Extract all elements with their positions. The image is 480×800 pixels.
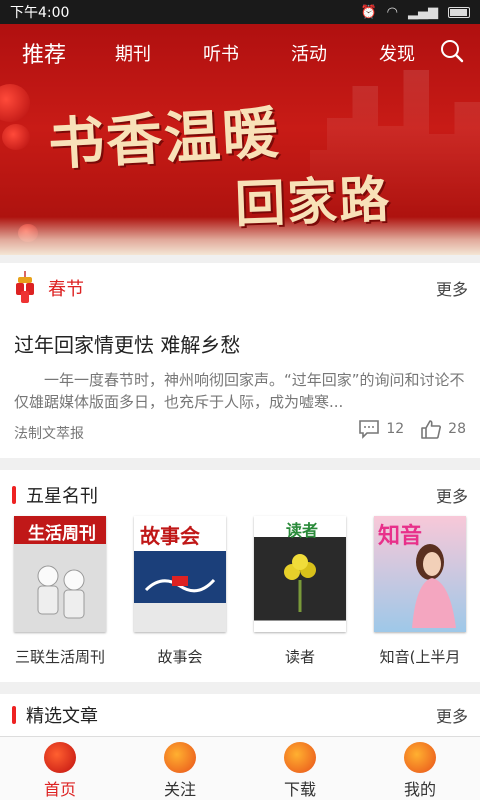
tab-label: 首页 <box>43 780 76 799</box>
magazines-section-title: 五星名刊 <box>26 486 98 507</box>
comment-icon[interactable] <box>358 419 380 439</box>
cover-title: 故事会 <box>140 524 200 548</box>
profile-icon <box>404 742 436 773</box>
magazine-cover[interactable]: 生活周刊 <box>14 516 106 632</box>
section-accent-bar <box>12 706 16 724</box>
banner-title-line2: 回家路 <box>234 169 393 234</box>
hero-banner[interactable]: 推荐 期刊 听书 活动 发现 书香温暖 回家路 <box>0 24 480 255</box>
magazine-item[interactable]: 故事会 故事会 <box>120 516 240 667</box>
thumbs-up-icon[interactable] <box>420 419 442 439</box>
download-icon <box>284 742 316 773</box>
tab-label: 关注 <box>163 780 196 799</box>
magazine-cover[interactable]: 知音 <box>374 516 466 632</box>
picks-section-header: 精选文章 更多 <box>0 694 480 736</box>
bottom-tab-bar: 首页 关注 下载 我的 <box>0 736 480 800</box>
nav-tab-activities[interactable]: 活动 <box>291 40 327 66</box>
battery-icon <box>448 6 470 18</box>
firecracker-icon <box>16 271 34 303</box>
magazine-name[interactable]: 故事会 <box>157 646 202 667</box>
nav-tab-periodicals[interactable]: 期刊 <box>115 40 151 66</box>
picks-section-title: 精选文章 <box>26 706 98 727</box>
magazine-item[interactable]: 读者 读者 <box>240 516 360 667</box>
magazines-card: 五星名刊 更多 生活周刊 三联生活周刊 故事会 故事会 读者 读者 知音 知音(… <box>0 470 480 682</box>
tab-home[interactable]: 首页 <box>0 737 120 800</box>
magazine-list: 生活周刊 三联生活周刊 故事会 故事会 读者 读者 知音 知音(上半月 <box>0 516 480 667</box>
nav-tab-discover[interactable]: 发现 <box>379 40 415 66</box>
home-icon <box>44 742 76 773</box>
magazines-section-header: 五星名刊 更多 <box>0 470 480 520</box>
article-title[interactable]: 过年回家情更怯 难解乡愁 <box>14 329 240 358</box>
alarm-icon: ⏰ <box>360 4 377 20</box>
status-bar: 下午4:00 ⏰ ◠ ▂▄▆ <box>0 0 480 24</box>
lantern-icon <box>2 124 30 150</box>
tab-label: 下载 <box>283 780 316 799</box>
article-stats: 12 28 <box>358 419 466 439</box>
cover-title: 读者 <box>286 521 319 540</box>
tab-download[interactable]: 下载 <box>240 737 360 800</box>
comment-count: 12 <box>386 421 405 437</box>
article-summary[interactable]: 一年一度春节时，神州响彻回家声。“过年回家”的询问和讨论不仅雄踞媒体版面多日，也… <box>14 369 466 413</box>
status-time: 下午4:00 <box>10 5 70 21</box>
astronaut-image <box>37 565 85 619</box>
like-count: 28 <box>448 421 466 437</box>
magazine-name[interactable]: 读者 <box>285 646 315 667</box>
tab-follow[interactable]: 关注 <box>120 737 240 800</box>
magazine-name[interactable]: 知音(上半月 <box>380 646 461 667</box>
nav-tab-recommend[interactable]: 推荐 <box>22 37 66 69</box>
picks-more-link[interactable]: 更多 <box>436 703 468 727</box>
top-nav: 推荐 期刊 听书 活动 发现 <box>0 24 480 80</box>
cover-model-image <box>412 544 456 628</box>
spring-festival-card: 春节 更多 过年回家情更怯 难解乡愁 一年一度春节时，神州响彻回家声。“过年回家… <box>0 263 480 458</box>
magazines-more-link[interactable]: 更多 <box>436 483 468 507</box>
search-icon[interactable] <box>440 39 464 63</box>
cover-title: 生活周刊 <box>28 524 96 544</box>
spring-section-title: 春节 <box>48 279 84 300</box>
nav-tab-audiobooks[interactable]: 听书 <box>203 40 239 66</box>
article-source: 法制文萃报 <box>14 426 84 442</box>
spring-section-header: 春节 更多 <box>0 263 480 313</box>
sleigh-image <box>144 576 216 593</box>
spring-more-link[interactable]: 更多 <box>436 276 468 300</box>
lantern-icon <box>0 84 30 122</box>
magazine-name[interactable]: 三联生活周刊 <box>15 646 105 667</box>
tab-mine[interactable]: 我的 <box>360 737 480 800</box>
flower-image <box>284 554 316 612</box>
magazine-cover[interactable]: 故事会 <box>134 516 226 632</box>
magazine-cover[interactable]: 读者 <box>254 516 346 632</box>
magazine-item[interactable]: 知音 知音(上半月 <box>360 516 480 667</box>
section-accent-bar <box>12 486 16 504</box>
follow-icon <box>164 742 196 773</box>
magazine-item[interactable]: 生活周刊 三联生活周刊 <box>0 516 120 667</box>
status-icons: ⏰ ◠ ▂▄▆ <box>360 5 470 20</box>
picks-card: 精选文章 更多 <box>0 694 480 736</box>
signal-icon: ▂▄▆ <box>408 4 438 20</box>
tab-label: 我的 <box>403 780 436 799</box>
wifi-icon: ◠ <box>386 4 398 20</box>
